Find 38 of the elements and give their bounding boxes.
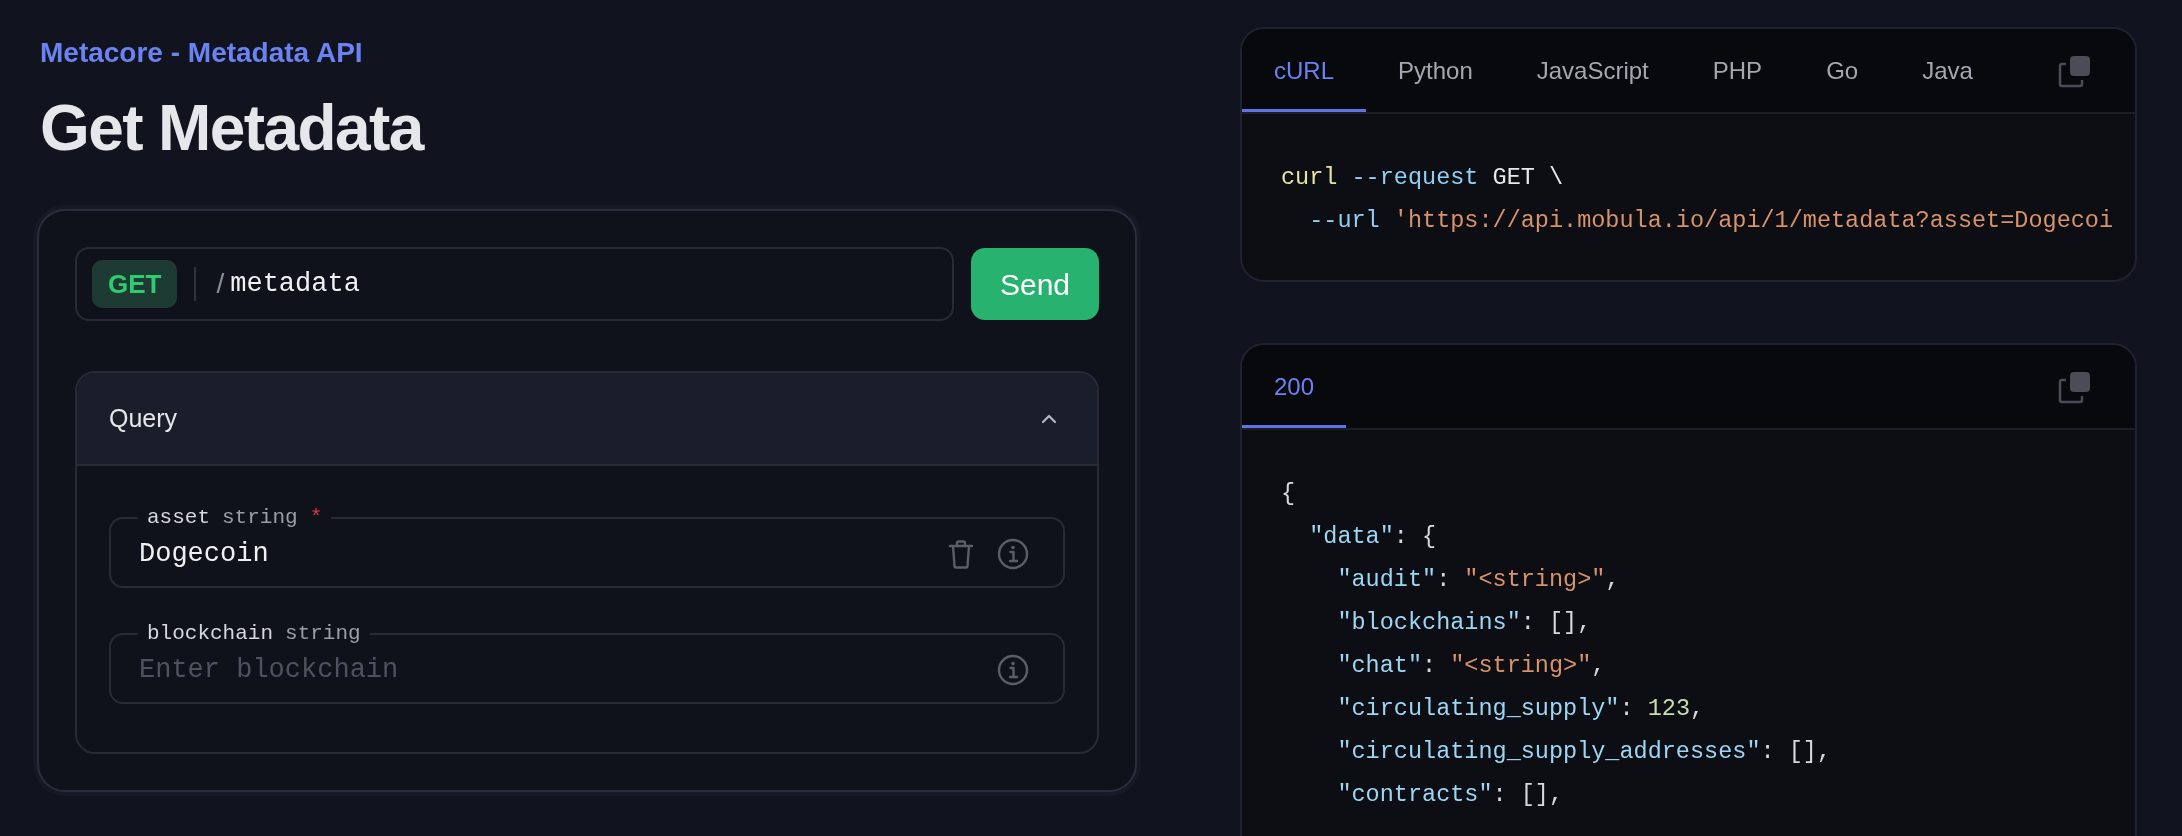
tab[interactable]: 200: [1242, 345, 1347, 428]
tab[interactable]: JavaScript: [1504, 29, 1681, 112]
input-field[interactable]: asset string * Dogecoin: [109, 506, 1065, 588]
trash-icon[interactable]: [947, 539, 975, 569]
code-line: "contracts": [],: [1336, 780, 1564, 810]
code-line: {: [1281, 479, 1296, 509]
code-line: "circulating_supply_addresses": [],: [1336, 737, 1831, 767]
code-line: "audit": "<string>",: [1336, 565, 1620, 595]
tab[interactable]: PHP: [1680, 29, 1795, 112]
tab[interactable]: Java: [1890, 29, 2005, 112]
code-line: "chat": "<string>",: [1336, 651, 1606, 681]
code-line: --url 'https://api.mobula.io/api/1/metadata?asset=Dogecoi: [1308, 206, 2114, 236]
code-line: curl --request GET \: [1281, 163, 1564, 193]
breadcrumb[interactable]: Metacore - Metadata API: [40, 37, 1137, 69]
copy-icon[interactable]: [2058, 369, 2092, 404]
param-name: asset: [147, 506, 210, 530]
tab[interactable]: cURL: [1242, 29, 1366, 112]
section-title: Query: [109, 402, 178, 434]
text-input[interactable]: Dogecoin: [139, 533, 925, 575]
endpoint-path: metadata: [230, 267, 360, 301]
tab[interactable]: Python: [1366, 29, 1505, 112]
path-separator: /: [216, 267, 225, 301]
param-name: blockchain: [147, 622, 274, 646]
param-type: string: [222, 506, 298, 530]
text-input[interactable]: Enter blockchain: [139, 649, 975, 691]
input-field[interactable]: blockchain string Enter blockchain: [109, 622, 1065, 704]
info-icon[interactable]: [997, 654, 1029, 686]
method-badge: GET: [92, 260, 178, 308]
code-line: "data": {: [1308, 522, 1437, 552]
tab[interactable]: Go: [1794, 29, 1891, 112]
code-line: "blockchains": [],: [1336, 608, 1592, 638]
copy-icon[interactable]: [2058, 53, 2092, 88]
code-line: "circulating_supply": 123,: [1336, 694, 1705, 724]
page-title: Get Metadata: [40, 95, 425, 161]
info-icon[interactable]: [997, 538, 1029, 570]
param-type: string: [285, 622, 361, 646]
required-mark: *: [309, 506, 323, 530]
query-header[interactable]: Query: [77, 373, 1097, 464]
